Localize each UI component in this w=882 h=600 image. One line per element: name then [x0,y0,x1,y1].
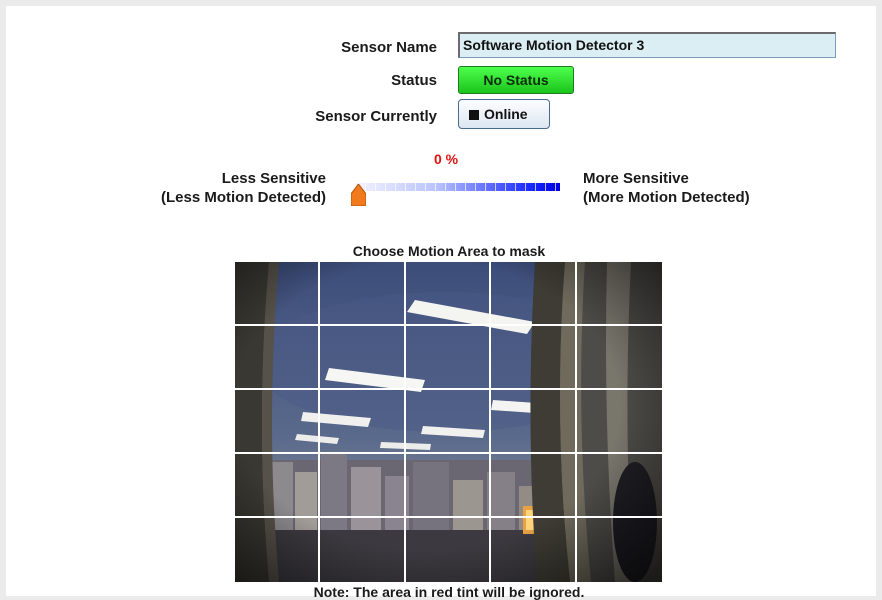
mask-cell[interactable] [491,262,577,326]
mask-cell[interactable] [576,390,662,454]
mask-cell[interactable] [405,390,492,454]
more-sensitive-label: More Sensitive [583,170,689,187]
mask-caption: Choose Motion Area to mask [352,243,546,259]
sensitivity-slider[interactable] [356,183,560,191]
more-motion-label: (More Motion Detected) [583,189,750,206]
sensor-name-label: Sensor Name [341,39,437,56]
less-sensitive-label: Less Sensitive [221,170,326,187]
less-motion-label: (Less Motion Detected) [160,189,326,206]
mask-cell[interactable] [235,390,321,454]
mask-cell[interactable] [320,454,406,518]
mask-cell[interactable] [491,326,577,390]
mask-cell[interactable] [576,454,662,518]
mask-cell[interactable] [576,262,662,326]
mask-cell[interactable] [576,326,662,390]
status-badge[interactable]: No Status [458,66,574,94]
mask-cell[interactable] [235,454,321,518]
mask-cell[interactable] [491,518,577,582]
sensor-online-label: Online [484,106,528,122]
mask-cell[interactable] [235,262,321,326]
mask-cell[interactable] [405,262,492,326]
slider-thumb-icon[interactable] [351,184,366,206]
mask-cell[interactable] [235,518,321,582]
mask-cell[interactable] [491,390,577,454]
mask-cell[interactable] [320,518,406,582]
sensor-online-button[interactable]: Online [458,99,550,129]
mask-cell[interactable] [320,262,406,326]
mask-note: Note: The area in red tint will be ignor… [313,584,585,600]
mask-cell[interactable] [491,454,577,518]
status-label: Status [391,72,437,89]
mask-grid[interactable] [235,262,662,582]
sensitivity-percent: 0 % [433,151,459,167]
sensor-currently-label: Sensor Currently [315,108,437,125]
mask-cell[interactable] [235,326,321,390]
camera-view [235,262,662,582]
stop-square-icon [469,110,479,120]
motion-detector-panel: Sensor Name Software Motion Detector 3 S… [6,6,876,600]
mask-cell[interactable] [406,518,492,582]
mask-cell[interactable] [577,518,662,582]
mask-cell[interactable] [405,454,492,518]
mask-cell[interactable] [320,326,406,390]
mask-cell[interactable] [405,326,492,390]
mask-cell[interactable] [320,390,406,454]
sensor-name-field[interactable]: Software Motion Detector 3 [458,32,836,58]
